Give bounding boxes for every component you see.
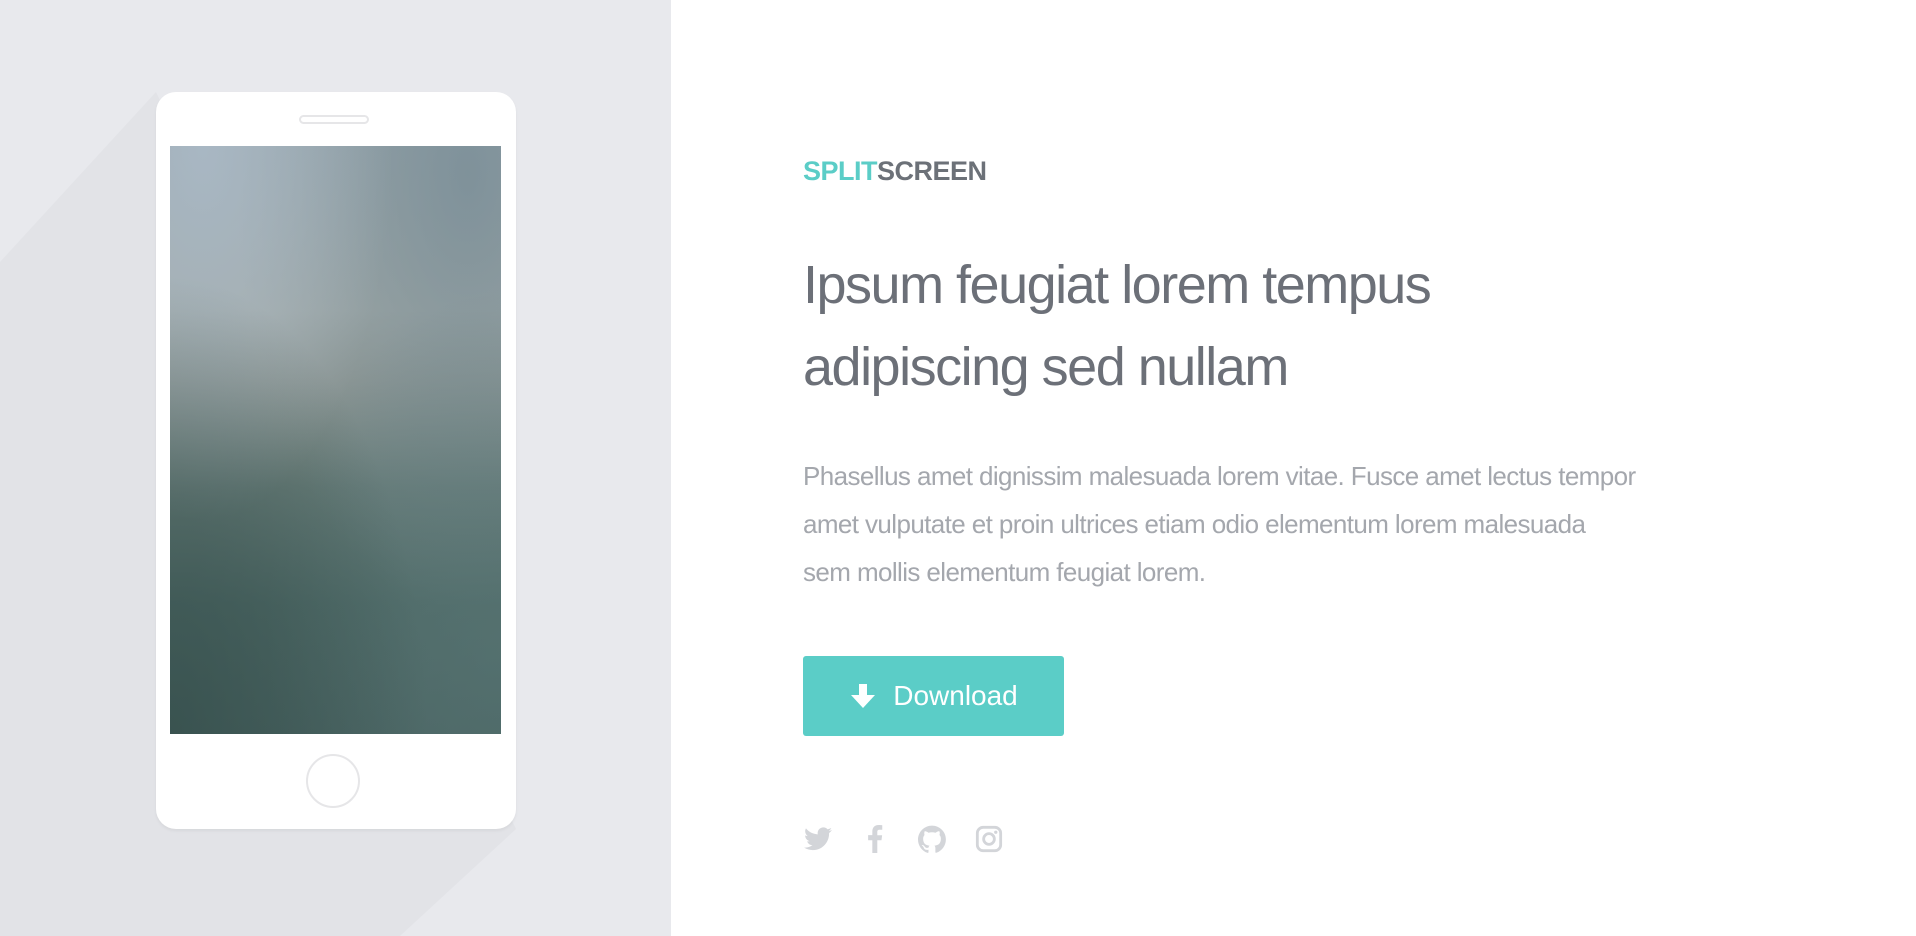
headline-line-1: Ipsum feugiat lorem tempus — [803, 255, 1432, 315]
download-button[interactable]: Download — [803, 656, 1064, 736]
twitter-icon[interactable] — [803, 824, 833, 854]
description-line-2: amet vulputate et proin ultrices etiam o… — [803, 509, 1586, 539]
description-line-3: sem mollis elementum feugiat lorem. — [803, 557, 1206, 587]
arrow-down-icon — [849, 682, 877, 710]
facebook-icon[interactable] — [860, 824, 890, 854]
instagram-icon[interactable] — [974, 824, 1004, 854]
brand-logo-split: SPLIT — [803, 156, 878, 186]
phone-home-button — [306, 754, 360, 808]
phone-screen — [170, 146, 501, 734]
device-showcase-panel — [0, 0, 671, 936]
social-links — [803, 824, 1031, 854]
brand-logo-screen: SCREEN — [877, 156, 987, 186]
phone-mockup — [156, 92, 516, 829]
page-headline: Ipsum feugiat lorem tempus adipiscing se… — [803, 244, 1623, 408]
download-button-label: Download — [893, 680, 1018, 711]
page: SPLITSCREEN Ipsum feugiat lorem tempus a… — [0, 0, 1916, 936]
description-line-1: Phasellus amet dignissim malesuada lorem… — [803, 461, 1636, 491]
page-description: Phasellus amet dignissim malesuada lorem… — [803, 452, 1683, 596]
brand-logo[interactable]: SPLITSCREEN — [803, 156, 987, 187]
github-icon[interactable] — [917, 824, 947, 854]
headline-line-2: adipiscing sed nullam — [803, 337, 1289, 397]
phone-speaker — [299, 115, 369, 124]
